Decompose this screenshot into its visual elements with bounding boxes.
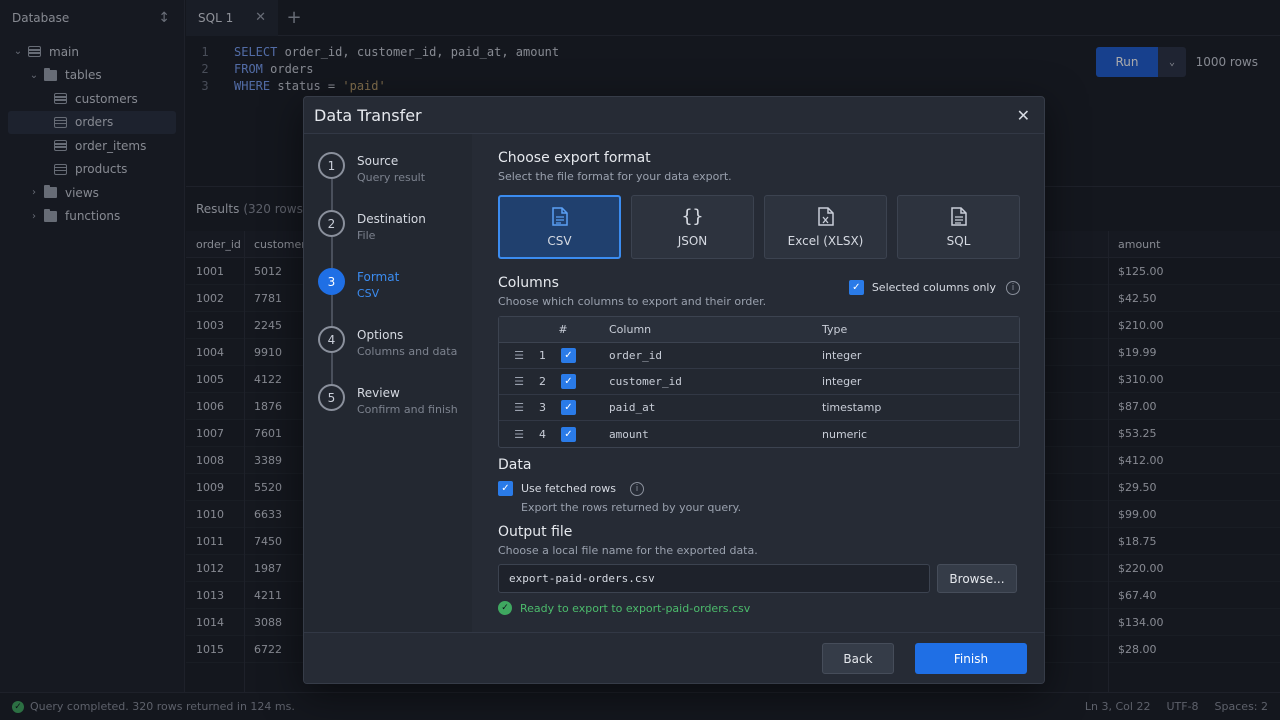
use-fetched-rows-checkbox[interactable]: ✓	[498, 481, 513, 496]
step-title: Source	[357, 154, 399, 168]
format-options: CSV {} JSON Excel (XLSX) SQL	[498, 195, 1020, 259]
header-type: Type	[822, 323, 848, 336]
step-text: Format CSV	[357, 270, 399, 300]
column-type: numeric	[822, 427, 868, 441]
step-text: Source Query result	[357, 154, 425, 184]
step-text: Destination File	[357, 212, 426, 242]
step-number: 5	[318, 384, 345, 411]
column-type: integer	[822, 349, 862, 362]
use-fetched-rows-label: Use fetched rows	[521, 482, 617, 495]
step-subtitle: File	[357, 229, 376, 242]
csv-file-icon	[551, 207, 569, 227]
format-label: Excel (XLSX)	[787, 233, 864, 248]
step-number: 4	[318, 326, 345, 353]
wizard-step-review[interactable]: 5 Review Confirm and finish	[318, 384, 458, 416]
wizard-steps: 1 Source Query result 2 Destination File 3 Form…	[304, 134, 472, 634]
data-section-title: Data	[498, 457, 532, 473]
browse-button[interactable]: Browse...	[937, 564, 1017, 593]
selected-columns-only-label: Selected columns only	[871, 281, 996, 294]
step-text: Review Confirm and finish	[357, 386, 458, 416]
column-order: 2	[539, 375, 546, 388]
dialog-footer: Back Finish	[304, 632, 1044, 683]
format-label: JSON	[677, 233, 708, 248]
step-subtitle: Columns and data	[357, 345, 458, 358]
column-order: 4	[539, 427, 546, 441]
step-subtitle: CSV	[357, 287, 380, 300]
data-transfer-dialog: Data Transfer ✕ 1 Source Query result 2 Dest…	[303, 96, 1045, 684]
drag-handle-icon[interactable]: ☰	[499, 349, 539, 362]
checkbox-cell: ✓	[561, 348, 609, 363]
step-number: 2	[318, 210, 345, 237]
wizard-step-format[interactable]: 3 Format CSV	[318, 268, 399, 300]
drag-handle-icon[interactable]: ☰	[499, 401, 539, 414]
columns-section-subtitle: Choose which columns to export and their…	[498, 295, 767, 308]
column-order: 1	[539, 349, 546, 362]
format-label: SQL	[946, 233, 971, 248]
format-section-title: Choose export format	[498, 150, 651, 166]
column-name: paid_at	[609, 401, 656, 414]
format-section-subtitle: Select the file format for your data exp…	[498, 170, 732, 183]
format-label: CSV	[547, 233, 572, 248]
ready-status: ✓ Ready to export to export-paid-orders.…	[498, 601, 1020, 615]
use-fetched-rows-help: Export the rows returned by your query.	[521, 501, 742, 514]
column-include-checkbox[interactable]: ✓	[561, 426, 576, 442]
column-name: order_id	[609, 349, 662, 362]
step-subtitle: Confirm and finish	[357, 403, 458, 416]
checkbox-cell: ✓	[561, 426, 609, 442]
wizard-step-source[interactable]: 1 Source Query result	[318, 152, 425, 184]
drag-handle-icon[interactable]: ☰	[499, 375, 539, 388]
column-type: integer	[822, 375, 862, 388]
step-text: Options Columns and data	[357, 328, 457, 358]
format-option-json[interactable]: {} JSON	[631, 195, 754, 259]
finish-button[interactable]: Finish	[915, 643, 1027, 674]
checkbox-cell: ✓	[561, 374, 609, 389]
step-title: Options	[357, 328, 404, 342]
step-title: Destination	[357, 212, 426, 226]
column-row[interactable]: ☰ 1 ✓ order_id integer	[499, 343, 1019, 369]
columns-section-title: Columns	[498, 275, 559, 291]
column-type: timestamp	[822, 401, 882, 414]
wizard-step-destination[interactable]: 2 Destination File	[318, 210, 426, 242]
column-row[interactable]: ☰ 3 ✓ paid_at timestamp	[499, 395, 1019, 421]
wizard-step-options[interactable]: 4 Options Columns and data	[318, 326, 457, 358]
format-option-excel[interactable]: Excel (XLSX)	[764, 195, 887, 259]
dialog-header: Data Transfer ✕	[304, 97, 1044, 134]
step-number: 1	[318, 152, 345, 179]
excel-file-icon	[817, 207, 835, 227]
step-number: 3	[318, 268, 345, 295]
column-include-checkbox[interactable]: ✓	[561, 374, 576, 389]
info-icon[interactable]: i	[1006, 280, 1020, 295]
columns-table-header: # Column Type	[499, 317, 1019, 343]
selected-columns-only-checkbox[interactable]: ✓	[848, 280, 864, 295]
back-button[interactable]: Back	[822, 643, 894, 674]
column-include-checkbox[interactable]: ✓	[561, 348, 576, 363]
sql-file-icon	[950, 207, 968, 227]
close-icon[interactable]: ✕	[1017, 106, 1030, 125]
step-title: Review	[357, 386, 400, 400]
column-name: customer_id	[609, 375, 682, 388]
column-order: 3	[539, 401, 546, 414]
drag-handle-icon[interactable]: ☰	[499, 428, 539, 441]
step-title: Format	[357, 270, 400, 284]
header-column: Column	[609, 323, 652, 336]
info-icon[interactable]: i	[630, 481, 645, 496]
output-filename-input[interactable]: export-paid-orders.csv	[498, 564, 930, 593]
checkbox-cell: ✓	[561, 400, 609, 415]
column-include-checkbox[interactable]: ✓	[561, 400, 576, 415]
braces-icon: {}	[681, 206, 704, 227]
success-check-icon: ✓	[498, 601, 512, 615]
column-row[interactable]: ☰ 2 ✓ customer_id integer	[499, 369, 1019, 395]
column-row[interactable]: ☰ 4 ✓ amount numeric	[499, 421, 1019, 447]
format-option-sql[interactable]: SQL	[897, 195, 1020, 259]
dialog-title: Data Transfer	[314, 105, 422, 125]
ready-message: Ready to export to export-paid-orders.cs…	[520, 601, 751, 615]
header-num: #	[558, 323, 568, 336]
column-name: amount	[609, 427, 649, 441]
output-section-title: Output file	[498, 524, 573, 540]
output-section-subtitle: Choose a local file name for the exporte…	[498, 544, 758, 557]
step-subtitle: Query result	[357, 171, 426, 184]
format-option-csv[interactable]: CSV	[498, 195, 621, 259]
columns-table: # Column Type ☰ 1 ✓ order_id integer ☰ 2 ✓ custo…	[498, 316, 1020, 448]
